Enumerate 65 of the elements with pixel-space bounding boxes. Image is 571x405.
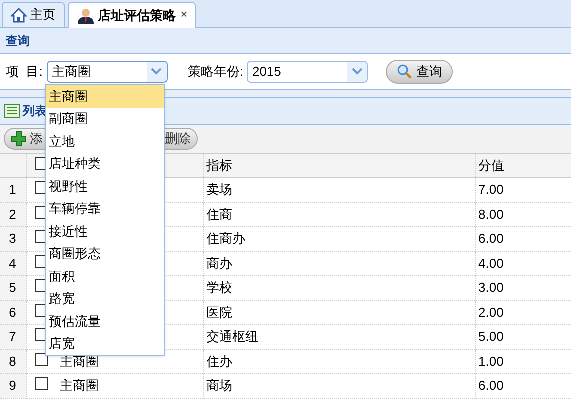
field-label: 项 目: [6,62,43,81]
table-cell: 1.00 [478,354,504,368]
home-icon [11,8,27,22]
tab-label: 店址评估策略 [98,6,176,25]
row-number: 9 [0,374,26,398]
dropdown-option[interactable]: 车辆停靠 [46,198,164,220]
select-field[interactable]: 2015 [247,60,368,82]
close-button[interactable]: × [181,7,188,24]
list-icon [4,104,20,118]
search-icon [397,64,412,79]
dropdown-option[interactable]: 路宽 [46,288,164,310]
dropdown-option[interactable]: 预估流量 [46,310,164,332]
table-cell: 3.00 [478,280,504,295]
tab-label: 主页 [30,6,56,24]
table-cell: 住办 [206,354,232,368]
table-cell: 住商办 [206,231,246,246]
dropdown-option[interactable]: 店址种类 [46,152,164,175]
chevron-down-icon [352,68,363,75]
table-cell: 卖场 [206,182,232,197]
select-field[interactable]: 主商圈 [46,60,168,82]
row-number: 3 [0,226,26,251]
search-button[interactable]: 查询 [386,60,454,84]
table-cell: 主商圈 [60,354,99,368]
row-number: 1 [0,178,26,202]
table-cell: 5.00 [478,329,504,344]
row-number: 7 [0,324,26,349]
table-cell: 医院 [206,304,232,320]
chevron-down-icon [151,68,162,75]
row-number: 8 [0,349,26,374]
row-number: 2 [0,202,26,226]
dropdown-toggle[interactable] [146,62,167,82]
dropdown-option[interactable]: 立地 [46,130,164,152]
dropdown-option[interactable]: 接近性 [46,220,164,242]
column-header[interactable]: 指标 [203,154,475,178]
checkbox[interactable] [34,377,48,390]
dropdown-option[interactable]: 店宽 [46,332,164,355]
field-label: 策略年份: [188,62,244,81]
table-cell: 商办 [206,256,232,270]
table-cell: 主商圈 [60,378,99,393]
checkbox[interactable] [34,352,48,366]
table-cell: 6.00 [478,231,504,246]
row-number: 6 [0,300,26,324]
column-header[interactable]: 分值 [475,154,571,178]
table-cell: 4.00 [478,256,504,270]
table-cell: 学校 [206,280,232,295]
row-number: 4 [0,251,26,276]
table-cell: 7.00 [478,182,504,197]
plus-icon [11,131,27,147]
dropdown-option[interactable]: 视野性 [46,175,164,198]
dropdown-option[interactable]: 商圈形态 [46,242,164,265]
dropdown-option[interactable]: 副商圈 [46,108,164,130]
panel-title: 查询 [6,32,30,50]
dropdown-toggle[interactable] [347,62,368,82]
row-number: 5 [0,276,26,300]
table-cell: 6.00 [478,378,504,393]
table-cell: 交通枢纽 [206,329,258,344]
user-icon [77,8,95,24]
dropdown-option[interactable]: 面积 [46,265,164,288]
table-cell: 住商 [206,206,232,222]
table-cell: 8.00 [478,206,504,222]
table-cell: 商场 [206,378,232,393]
dropdown-option[interactable]: 主商圈 [46,85,164,108]
table-cell: 2.00 [478,304,504,320]
tab[interactable]: 店址评估策略 × [68,2,196,28]
tab[interactable]: 主页 [2,2,65,27]
